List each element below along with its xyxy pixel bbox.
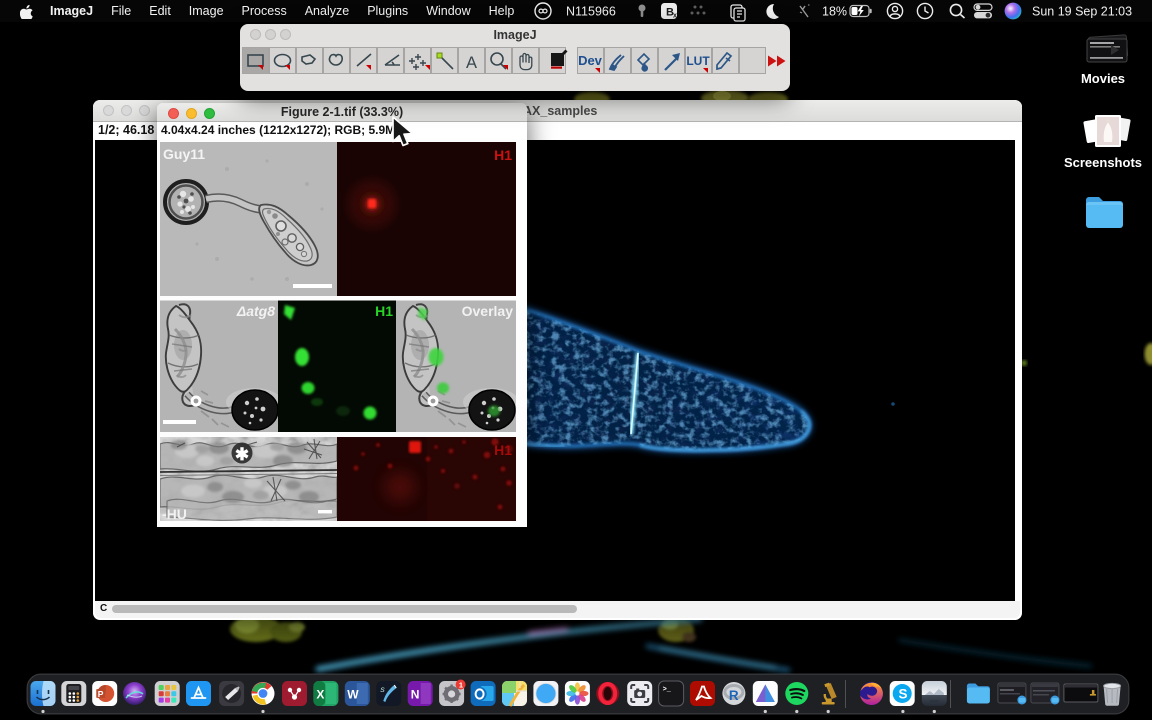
svg-text:Sun 19 Sep 21:03: Sun 19 Sep 21:03 — [1032, 5, 1132, 19]
svg-text:W: W — [347, 688, 359, 702]
svg-text:N: N — [411, 688, 420, 702]
svg-text:✱: ✱ — [235, 445, 249, 464]
svg-text:P: P — [98, 689, 104, 699]
svg-text:Guy11: Guy11 — [163, 146, 205, 162]
svg-text:S: S — [899, 687, 908, 702]
svg-text:Overlay: Overlay — [462, 303, 514, 319]
svg-text:H1: H1 — [375, 303, 393, 319]
svg-text:X: X — [316, 688, 324, 702]
svg-text:x: x — [673, 13, 677, 20]
svg-text:>_: >_ — [663, 686, 672, 694]
svg-text:Δatg8: Δatg8 — [236, 303, 275, 319]
svg-text:18%: 18% — [822, 5, 847, 19]
svg-text:1: 1 — [459, 680, 463, 689]
svg-text:-HU: -HU — [162, 506, 187, 522]
svg-text:S: S — [380, 687, 385, 694]
svg-text:H1: H1 — [494, 442, 512, 458]
svg-text:N115966: N115966 — [566, 5, 616, 19]
svg-text:R: R — [729, 688, 739, 703]
svg-text:H1: H1 — [494, 147, 512, 163]
